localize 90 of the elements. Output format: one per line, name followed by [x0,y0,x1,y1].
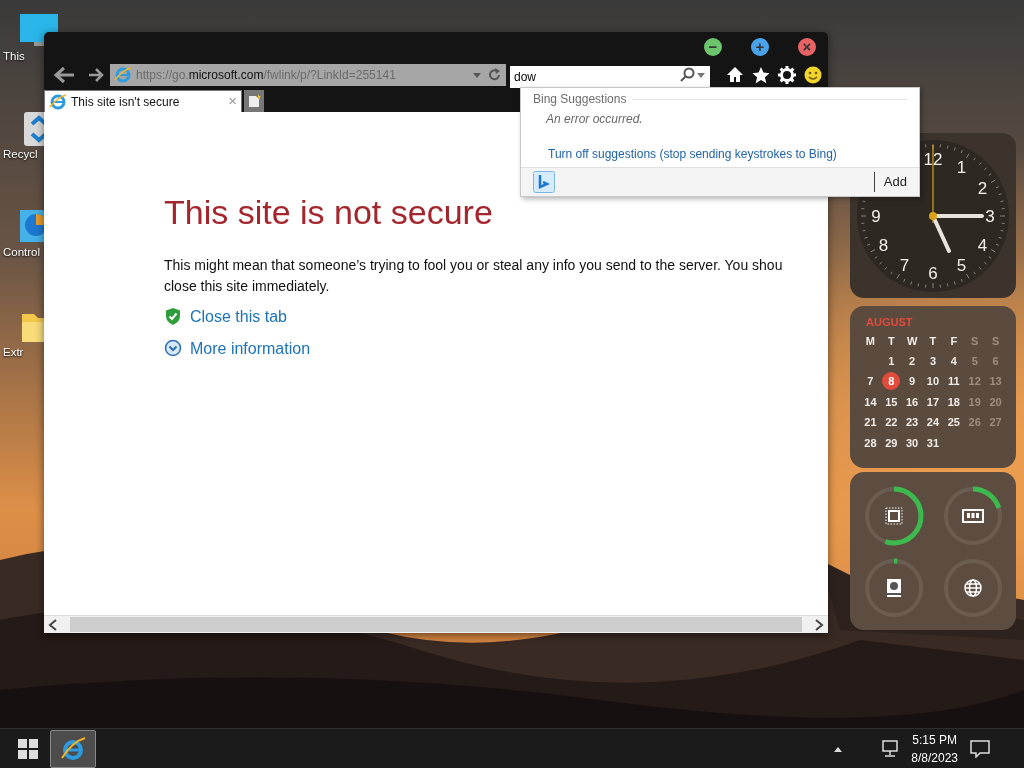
calendar-day[interactable]: 28 [861,433,880,452]
clock-numeral: 9 [871,207,881,226]
calendar-day[interactable]: 23 [903,413,922,432]
weekday-label: T [928,333,938,349]
star-icon[interactable] [752,66,770,84]
network-icon [963,579,982,597]
cpu-icon [885,507,902,525]
maximize-button[interactable]: + [751,38,769,56]
calendar-day[interactable]: 7 [861,372,880,391]
calendar-day[interactable]: 21 [861,413,880,432]
weekday-label: T [886,333,896,349]
browser-tab[interactable]: This site isn't secure × [44,90,242,112]
url-text: https://go.microsoft.com/fwlink/p/?LinkId=255141 [136,67,397,84]
clock-numeral: 2 [977,178,988,198]
calendar-day[interactable]: 17 [924,392,942,411]
error-heading: This site is not secure [164,192,494,233]
calendar-day[interactable]: 24 [924,413,942,432]
calendar-day[interactable]: 16 [903,392,922,411]
page-link[interactable]: More information [190,336,311,361]
control-icon[interactable] [18,208,44,244]
clock-numeral: 6 [928,264,938,283]
start-icon[interactable] [18,738,38,759]
calendar-day[interactable]: 14 [861,392,880,411]
calendar-day[interactable]: 11 [944,372,963,391]
calendar-day[interactable]: 15 [882,392,901,411]
dropdown-icon[interactable] [472,70,482,80]
calendar-day[interactable]: 31 [924,433,942,452]
clock-numeral: 7 [899,256,910,276]
browser-icon [60,735,86,762]
calendar-day[interactable]: 30 [903,433,922,452]
calendar-day[interactable]: 18 [944,392,963,411]
suggestions-link[interactable]: Turn off suggestions (stop sending keystrokes to Bing) [521,128,837,163]
scroll-left-icon[interactable] [48,618,58,631]
new-tab-icon [247,94,261,108]
clock-numeral: 3 [985,207,995,226]
weekday-label: S [970,333,980,349]
minimize-button[interactable]: − [704,38,722,56]
section-heading: Bing Suggestions [533,91,627,108]
taskbar-app-button[interactable] [50,729,96,768]
search-provider-icon[interactable] [533,171,555,193]
calendar-day[interactable]: 25 [944,413,963,432]
settings-icon[interactable] [778,66,796,84]
icon-label: Control [3,245,41,260]
scrollbar-thumb[interactable] [70,617,802,632]
clock-numeral: 5 [956,256,967,276]
ram-icon [961,509,984,523]
weekday-label: F [949,333,959,349]
calendar-day[interactable]: 8 [882,372,901,391]
search-icon[interactable] [680,67,696,83]
refresh-icon[interactable] [488,68,502,82]
weekday-label: M [864,333,876,349]
clock-numeral: 4 [977,235,988,255]
browser-icon [49,92,67,111]
home-icon[interactable] [726,66,744,84]
weekday-label: S [990,333,1001,349]
add-button[interactable]: Add [873,172,907,192]
address-bar[interactable]: https://go.microsoft.com/fwlink/p/?LinkId=255141 [110,64,506,86]
notification-icon[interactable] [970,739,990,758]
clock-numeral: 1 [956,157,967,177]
clock-numeral: 8 [878,235,889,255]
weekday-label: W [905,333,919,349]
text-line: close this site immediately. [164,276,331,296]
clock-date[interactable]: 8/8/2023 [911,748,958,767]
calendar-day[interactable]: 4 [944,352,963,371]
chevron-icon [164,339,182,359]
new-tab-button[interactable] [244,90,264,112]
error-message: An error occurred. [544,111,644,128]
text-line: This might mean that someone’s trying to fool you or steal any info you send to the server. You shou [164,255,784,275]
calendar-day[interactable]: 29 [882,433,901,452]
horizontal-scrollbar[interactable] [44,615,828,633]
dropdown-icon[interactable] [696,70,706,80]
page-link[interactable]: Close this tab [190,304,287,329]
calendar-day[interactable]: 1 [882,352,901,371]
scroll-right-icon[interactable] [814,618,824,631]
smiley-icon[interactable] [804,66,822,84]
calendar-day[interactable]: 10 [924,372,942,391]
shield-icon [164,307,182,327]
icon-label: This [3,49,25,64]
icon-label: Extr [3,345,24,360]
icon-label: Recycl [3,147,38,162]
close-button[interactable]: × [798,38,816,56]
month-label: AUGUST [866,315,914,330]
browser-icon [114,66,132,84]
calendar-day[interactable]: 9 [903,372,922,391]
calendar-day[interactable]: 22 [882,413,901,432]
clock-time[interactable]: 5:15 PM [912,730,957,749]
calendar-day[interactable]: 3 [924,352,942,371]
calendar-day[interactable]: 2 [903,352,922,371]
clock-numeral: 12 [923,150,943,169]
search-field[interactable]: dow [510,66,710,88]
